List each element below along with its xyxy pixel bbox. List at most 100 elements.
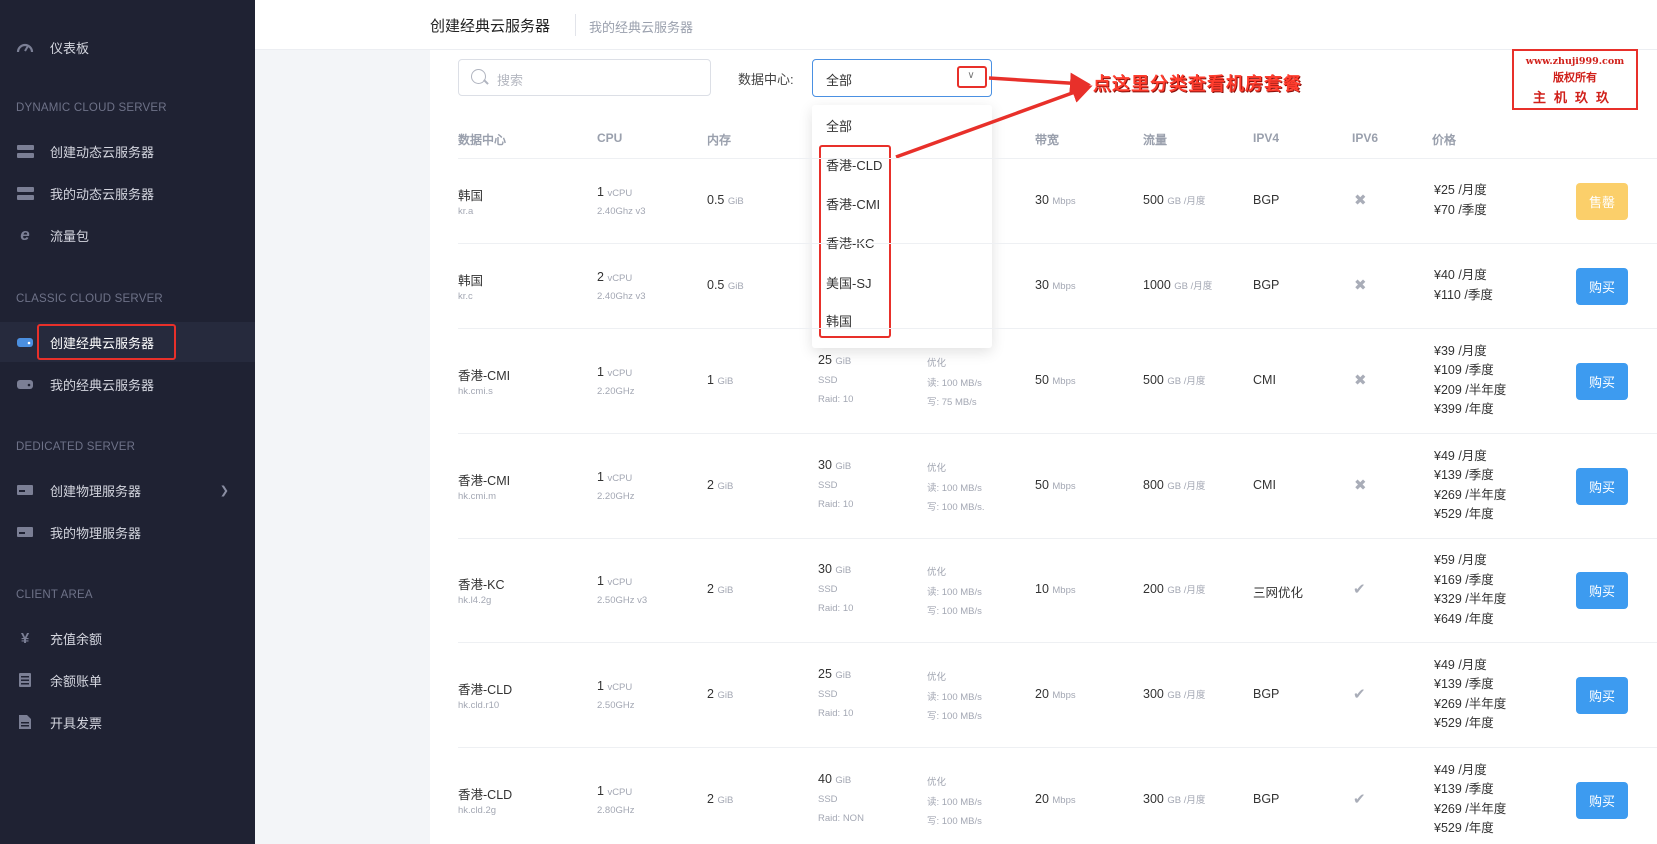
row-prices: ¥25 /月度 ¥70 /季度 xyxy=(1434,181,1487,220)
row-datacenter: 韩国 xyxy=(458,188,484,203)
row-divider xyxy=(458,243,1657,244)
buy-button[interactable]: 购买 xyxy=(1576,572,1628,609)
row-disk: 25 GiB xyxy=(818,666,852,681)
checkmark-icon: ✔ xyxy=(1353,685,1366,703)
cross-icon: ✖ xyxy=(1354,371,1367,389)
row-disk-type: SSD xyxy=(818,584,838,595)
row-traffic: 300 GB /月度 xyxy=(1143,686,1206,701)
highlight-box-dropdown-arrow xyxy=(957,66,987,88)
row-divider xyxy=(458,433,1657,434)
price-line: ¥139 /季度 xyxy=(1434,677,1494,691)
tab-create-classic[interactable]: 创建经典云服务器 xyxy=(430,15,550,36)
search-icon xyxy=(471,69,486,84)
row-bandwidth: 30 Mbps xyxy=(1035,192,1076,207)
price-line: ¥209 /半年度 xyxy=(1434,382,1507,397)
sidebar-item-recharge[interactable]: ¥ 充值余额 xyxy=(0,618,255,658)
row-datacenter: 香港-KC xyxy=(458,578,505,592)
watermark-stamp: www.zhuji999.com 版权所有 主机玖玖 xyxy=(1512,49,1638,110)
price-line: ¥49 /月度 xyxy=(1434,448,1487,463)
row-raid: Raid: 10 xyxy=(818,498,854,510)
sold-out-button[interactable]: 售罄 xyxy=(1576,182,1628,220)
search-input[interactable]: 搜索 xyxy=(458,59,711,96)
server-drive-icon xyxy=(16,334,34,350)
row-memory: 0.5 GiB xyxy=(707,192,744,207)
row-io-write: 写: 100 MB/s xyxy=(927,606,982,617)
sidebar-item-label: 流量包 xyxy=(50,228,90,244)
row-raid: Raid: 10 xyxy=(818,707,854,719)
row-cpu-frequency: 2.50GHz xyxy=(597,699,635,711)
column-header-ipv4: IPV4 xyxy=(1253,131,1280,145)
sidebar-item-dashboard[interactable]: 仪表板 xyxy=(0,27,255,67)
dropdown-option-all[interactable]: 全部 xyxy=(826,116,852,135)
row-ipv4: BGP xyxy=(1253,192,1280,207)
row-memory: 2 GiB xyxy=(707,582,734,596)
price-line: ¥529 /年度 xyxy=(1434,821,1494,835)
sidebar-item-label: 创建物理服务器 xyxy=(50,483,142,499)
price-line: ¥70 /季度 xyxy=(1434,202,1487,217)
row-io-read: 读: 100 MB/s xyxy=(927,587,982,598)
sidebar-item-label: 余额账单 xyxy=(50,673,103,689)
buy-button[interactable]: 购买 xyxy=(1576,467,1628,505)
row-io-write: 写: 75 MB/s xyxy=(927,396,977,408)
row-bandwidth: 50 Mbps xyxy=(1035,372,1076,387)
row-io-type: 优化 xyxy=(927,462,947,474)
buy-button[interactable]: 购买 xyxy=(1576,362,1628,400)
sidebar-item-my-dynamic[interactable]: 我的动态云服务器 xyxy=(0,173,255,213)
row-memory: 2 GiB xyxy=(707,791,734,806)
row-disk: 30 GiB xyxy=(818,457,852,472)
row-plan-code: hk.l4.2g xyxy=(458,595,492,606)
traffic-e-icon: e xyxy=(20,225,30,244)
row-raid: Raid: 10 xyxy=(818,393,854,405)
sidebar-item-create-dedicated[interactable]: 创建物理服务器 ❯ xyxy=(0,470,255,510)
row-raid: Raid: 10 xyxy=(818,603,854,614)
price-line: ¥40 /月度 xyxy=(1434,268,1487,282)
sidebar-item-billing[interactable]: 余额账单 xyxy=(0,660,255,700)
row-prices: ¥49 /月度 ¥139 /季度 ¥269 /半年度 ¥529 /年度 xyxy=(1434,761,1506,839)
row-cpu: 1 vCPU xyxy=(597,574,633,588)
row-memory: 1 GiB xyxy=(707,372,734,387)
buy-button[interactable]: 购买 xyxy=(1576,267,1628,305)
row-cpu: 1 vCPU xyxy=(597,184,633,199)
price-line: ¥399 /年度 xyxy=(1434,402,1494,416)
row-prices: ¥39 /月度 ¥109 /季度 ¥209 /半年度 ¥399 /年度 xyxy=(1434,342,1506,420)
price-line: ¥169 /季度 xyxy=(1434,572,1494,587)
sidebar-item-label: 充值余额 xyxy=(50,631,103,647)
price-line: ¥529 /年度 xyxy=(1434,716,1494,730)
row-cpu-frequency: 2.80GHz xyxy=(597,804,635,816)
highlight-box-active-menu xyxy=(37,324,176,360)
row-disk-type: SSD xyxy=(818,479,838,491)
row-ipv4: BGP xyxy=(1253,791,1280,806)
column-header-bandwidth: 带宽 xyxy=(1035,133,1060,147)
price-line: ¥59 /月度 xyxy=(1434,553,1487,567)
sidebar-item-my-classic[interactable]: 我的经典云服务器 xyxy=(0,364,255,404)
sidebar-item-label: 我的经典云服务器 xyxy=(50,377,155,393)
row-ipv4: CMI xyxy=(1253,372,1276,387)
row-plan-code: hk.cld.r10 xyxy=(458,699,500,711)
row-traffic: 200 GB /月度 xyxy=(1143,582,1206,596)
buy-button[interactable]: 购买 xyxy=(1576,781,1628,819)
column-header-ipv6: IPV6 xyxy=(1352,131,1379,145)
row-disk-type: SSD xyxy=(818,688,838,700)
row-traffic: 800 GB /月度 xyxy=(1143,477,1206,492)
sidebar-item-create-dynamic[interactable]: 创建动态云服务器 xyxy=(0,131,255,171)
row-io-write: 写: 100 MB/s. xyxy=(927,501,985,513)
row-traffic: 1000 GB /月度 xyxy=(1143,277,1213,292)
sidebar-item-my-dedicated[interactable]: 我的物理服务器 xyxy=(0,512,255,552)
price-line: ¥329 /半年度 xyxy=(1434,592,1507,606)
row-ipv4: 三网优化 xyxy=(1253,586,1304,600)
gauge-icon xyxy=(16,39,34,55)
buy-button[interactable]: 购买 xyxy=(1576,676,1628,714)
tab-my-classic[interactable]: 我的经典云服务器 xyxy=(589,17,693,36)
row-disk: 40 GiB xyxy=(818,771,852,786)
sidebar: 仪表板 DYNAMIC CLOUD SERVER 创建动态云服务器 我的动态云服… xyxy=(0,0,255,844)
row-io-write: 写: 100 MB/s xyxy=(927,710,982,722)
section-title-client: CLIENT AREA xyxy=(16,589,93,601)
row-disk: 25 GiB xyxy=(818,352,852,367)
sidebar-item-invoice[interactable]: 开具发票 xyxy=(0,702,255,742)
row-cpu: 1 vCPU xyxy=(597,469,633,484)
document-icon xyxy=(16,714,34,730)
datacenter-label: 数据中心: xyxy=(738,72,794,87)
price-line: ¥110 /季度 xyxy=(1434,287,1493,302)
row-divider xyxy=(458,747,1657,748)
sidebar-item-traffic-pack[interactable]: e 流量包 xyxy=(0,215,255,255)
